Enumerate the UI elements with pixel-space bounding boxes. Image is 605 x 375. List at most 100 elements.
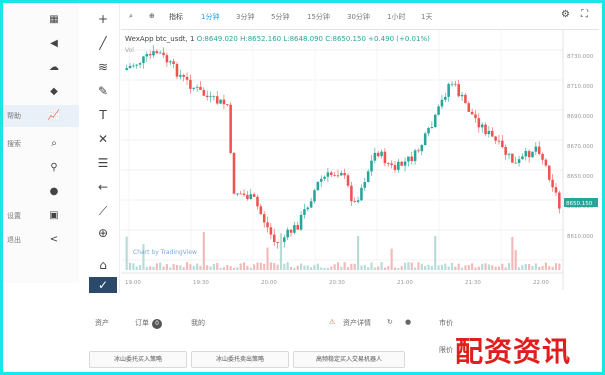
volume-bar bbox=[444, 263, 447, 270]
candle-body bbox=[266, 222, 269, 228]
interval-tab[interactable]: 1小时 bbox=[387, 12, 405, 22]
volume-bar bbox=[487, 264, 490, 270]
candle-body bbox=[158, 52, 162, 54]
candle-body bbox=[272, 234, 276, 242]
volume-bar bbox=[464, 265, 467, 270]
volume-bar bbox=[350, 263, 353, 270]
volume-bar bbox=[159, 262, 162, 270]
nav-item-settings[interactable]: 设置 ▣ bbox=[3, 205, 79, 227]
candle-body bbox=[343, 173, 346, 176]
collapse-icon[interactable]: ✓ bbox=[89, 277, 117, 293]
symbol-icon[interactable]: ⌕ bbox=[129, 12, 133, 21]
refresh-icon[interactable]: ↻ bbox=[387, 318, 393, 326]
crosshair-icon[interactable]: + bbox=[95, 11, 111, 27]
iceberg-sell-button[interactable]: 冰山委托卖出策略 bbox=[191, 351, 289, 368]
volume-bar bbox=[414, 267, 417, 270]
interval-tab[interactable]: 1分钟 bbox=[201, 12, 219, 22]
volume-bar bbox=[430, 265, 433, 270]
volume-bar bbox=[135, 266, 138, 270]
volume-bar bbox=[373, 267, 376, 270]
nav-item-search[interactable]: 搜索 ⌕ bbox=[3, 133, 79, 155]
nav-item-2[interactable]: ◀ bbox=[3, 33, 79, 55]
candle-body bbox=[283, 237, 286, 242]
candle-body bbox=[152, 51, 155, 56]
volume-bar bbox=[293, 267, 296, 270]
side-label-market[interactable]: 市价 bbox=[439, 318, 453, 328]
close-value: C:8650.150 bbox=[325, 35, 366, 43]
nav-item-7[interactable]: ⚲ bbox=[3, 157, 79, 179]
interval-tab[interactable]: 15分钟 bbox=[307, 12, 330, 22]
volume-bar bbox=[229, 266, 232, 270]
pitchfork-icon[interactable]: ≋ bbox=[95, 59, 111, 75]
trendline-icon[interactable]: ╱ bbox=[95, 35, 111, 51]
ruler-icon[interactable]: ⟋ bbox=[95, 203, 111, 219]
iceberg-buy-button[interactable]: 冰山委托买入策略 bbox=[89, 351, 187, 368]
nav-item-help[interactable]: 帮助 📈 bbox=[3, 105, 79, 127]
nav-item-4[interactable]: ◆ bbox=[3, 81, 79, 103]
volume-bar bbox=[450, 262, 454, 270]
candle-body bbox=[132, 65, 135, 67]
side-label-limit[interactable]: 限价 bbox=[439, 345, 453, 355]
volume-bar bbox=[447, 266, 450, 270]
text-icon[interactable]: T bbox=[95, 107, 111, 123]
interval-tab[interactable]: 3分钟 bbox=[236, 12, 254, 22]
nav-item-8[interactable]: ● bbox=[3, 181, 79, 203]
volume-bar bbox=[380, 262, 383, 270]
volume-bar bbox=[310, 267, 313, 270]
candle-body bbox=[299, 214, 303, 230]
candle-body bbox=[246, 194, 249, 200]
tab-mine[interactable]: 我的 bbox=[191, 318, 205, 328]
price-tick-label: 8730.000 bbox=[567, 54, 594, 60]
volume-bar bbox=[128, 262, 132, 270]
candle-body bbox=[162, 52, 165, 56]
candle-body bbox=[215, 96, 219, 104]
nav-item-3[interactable]: ☁ bbox=[3, 57, 79, 79]
volume-bar bbox=[253, 264, 256, 270]
volume-bar bbox=[169, 267, 172, 270]
zoom-icon[interactable]: ⊕ bbox=[95, 225, 111, 241]
candle-body bbox=[514, 162, 517, 164]
volume-bar bbox=[219, 267, 222, 270]
back-arrow-icon[interactable]: ← bbox=[95, 179, 111, 195]
volume-bar bbox=[286, 262, 289, 270]
app-frame: ▦ ◀ ☁ ◆ 帮助 📈 搜索 ⌕ ⚲ ● 设置 ▣ 退出 < + ╱ ≋ ✎ … bbox=[0, 0, 605, 375]
indicators-button[interactable]: 指标 bbox=[169, 12, 183, 22]
interval-tab[interactable]: 5分钟 bbox=[271, 12, 289, 22]
nav-item-logout[interactable]: 退出 < bbox=[3, 229, 79, 251]
interval-tab[interactable]: 1天 bbox=[421, 12, 432, 22]
volume-bar bbox=[491, 265, 494, 270]
volume-bar bbox=[554, 263, 558, 270]
fullscreen-icon[interactable]: ⛶ bbox=[581, 9, 588, 20]
tab-orders[interactable]: 订单 0 bbox=[135, 318, 162, 329]
candle-body bbox=[276, 241, 279, 243]
volume-bar bbox=[410, 262, 413, 270]
candle-body bbox=[501, 140, 504, 148]
candle-body bbox=[239, 193, 242, 195]
candle-body bbox=[537, 146, 541, 155]
time-tick-label: 20:00 bbox=[261, 280, 277, 286]
candle-body bbox=[507, 153, 511, 155]
volume-bar bbox=[460, 267, 464, 270]
candle-body bbox=[326, 172, 330, 177]
pattern-icon[interactable]: ✕ bbox=[95, 131, 111, 147]
brush-icon[interactable]: ✎ bbox=[95, 83, 111, 99]
hft-bot-button[interactable]: 高频稳定买入交易机器人 bbox=[293, 351, 405, 368]
candle-body bbox=[474, 114, 477, 119]
candle-body bbox=[356, 200, 360, 202]
tab-assets[interactable]: 资产 bbox=[95, 318, 109, 328]
settings-icon[interactable]: ⚙ bbox=[561, 9, 570, 20]
compare-icon[interactable]: ⊕ bbox=[149, 12, 155, 20]
candle-body bbox=[293, 225, 296, 233]
candle-body bbox=[145, 54, 149, 57]
tradingview-watermark: Chart by TradingView bbox=[133, 249, 197, 256]
lock-icon[interactable]: ⌂ bbox=[95, 257, 111, 273]
asset-detail-link[interactable]: 资产详情 bbox=[343, 318, 371, 328]
drawing-toolbar: + ╱ ≋ ✎ T ✕ ☰ ← ⟋ ⊕ ⌂ ✓ bbox=[87, 3, 120, 293]
candle-body bbox=[440, 99, 444, 107]
share-icon: < bbox=[49, 234, 59, 245]
volume-bar bbox=[316, 263, 319, 270]
nav-item-1[interactable]: ▦ bbox=[3, 9, 79, 31]
interval-tab[interactable]: 30分钟 bbox=[347, 12, 370, 22]
fib-icon[interactable]: ☰ bbox=[95, 155, 111, 171]
nav-label: 搜索 bbox=[7, 140, 21, 148]
